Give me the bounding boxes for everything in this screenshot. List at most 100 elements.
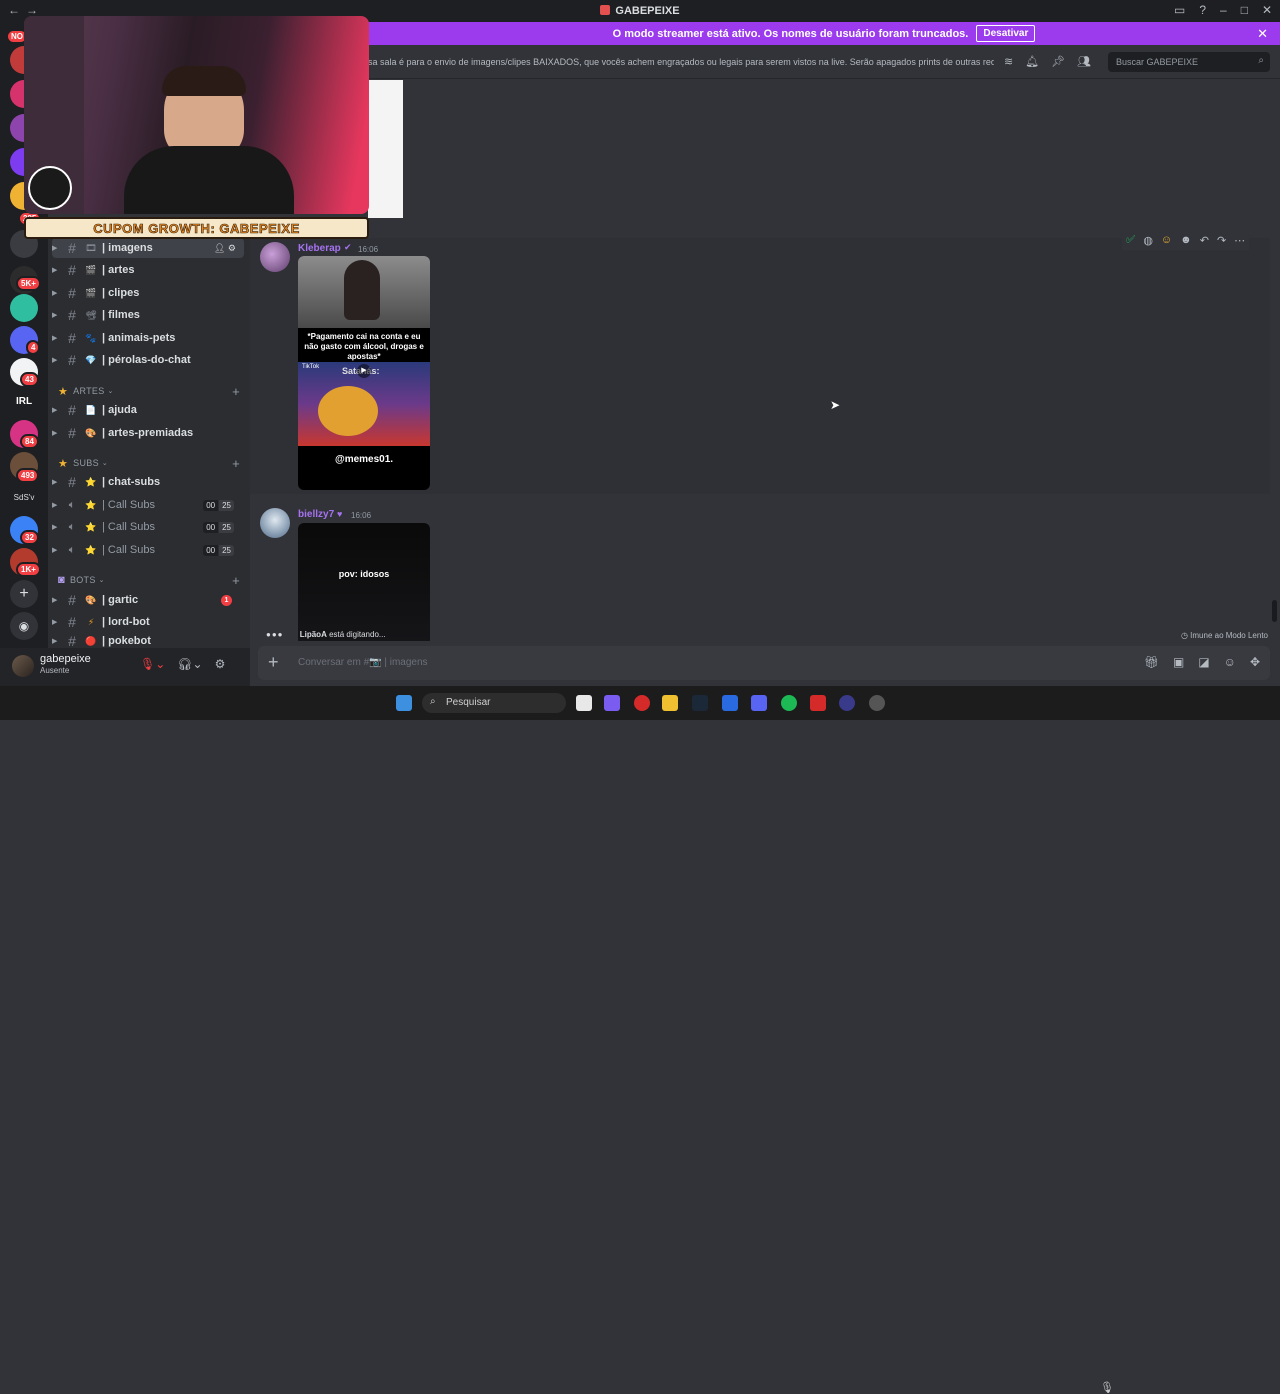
video-attachment[interactable]: *Pagamento cai na conta e eu não gasto c… <box>298 256 430 490</box>
channel-emoji: 📄 <box>85 404 97 415</box>
category-label: BOTS <box>69 575 96 585</box>
file-explorer-icon[interactable] <box>662 695 678 711</box>
voice-channel-call-subs[interactable]: ▶ 🔈︎ ⭐ | Call Subs 00 25 <box>52 495 244 515</box>
obs-icon[interactable] <box>869 695 885 711</box>
members-icon[interactable]: 👥︎ <box>1077 55 1091 68</box>
channel-clipes[interactable]: ▶ # 🎬 | clipes <box>52 283 244 303</box>
channel-chat-subs[interactable]: ▶ # ⭐ | chat-subs <box>52 472 244 492</box>
inbox-icon[interactable]: ▭ <box>1174 3 1185 17</box>
forward-icon[interactable]: ↷ <box>1217 234 1226 248</box>
minimize-button[interactable]: – <box>1220 3 1227 17</box>
avatar[interactable] <box>260 242 290 272</box>
voice-channel-call-subs[interactable]: ▶ 🔈︎ ⭐ | Call Subs 00 25 <box>52 517 244 537</box>
play-icon[interactable]: ▶ <box>357 364 371 378</box>
discord-icon[interactable] <box>751 695 767 711</box>
notification-badge: 4 <box>26 340 41 355</box>
video-attachment[interactable]: pov: idosos <box>298 523 430 641</box>
add-server-icon[interactable]: + <box>10 580 38 608</box>
hash-icon: # <box>68 402 76 418</box>
reply-icon[interactable]: ↶ <box>1200 234 1209 248</box>
banner-text: O modo streamer está ativo. Os nomes de … <box>612 27 969 40</box>
user-panel: gabepeixe Ausente 🎙︎⌄ 🎧︎⌄ ⚙ <box>0 648 250 686</box>
channel-ajuda[interactable]: ▶ # 📄 | ajuda <box>52 400 244 420</box>
channel-topic[interactable]: sa sala é para o envio de imagens/clipes… <box>368 57 994 67</box>
taskbar-search[interactable]: ⌕ Pesquisar <box>422 693 566 713</box>
add-reaction-icon[interactable]: ☻ <box>1180 234 1192 248</box>
add-channel-icon[interactable]: + <box>232 456 240 471</box>
gear-icon[interactable]: ⚙ <box>215 657 226 671</box>
help-icon[interactable]: ? <box>1199 3 1206 17</box>
streamer-mode-banner: O modo streamer está ativo. Os nomes de … <box>368 22 1280 45</box>
channel-filmes[interactable]: ▶ # 📽 | filmes <box>52 305 244 325</box>
username[interactable]: gabepeixe <box>40 653 91 665</box>
channel-imagens[interactable]: ▶ # 🎞 | imagens 👤︎ ⚙ <box>52 238 244 258</box>
opera-icon[interactable] <box>634 695 650 711</box>
channel-gartic[interactable]: ▶ # 🎨 | gartic 1 <box>52 590 244 610</box>
mic-muted-icon[interactable]: 🎙︎⌄ <box>140 657 165 671</box>
message-author[interactable]: Kleberap <box>298 243 341 254</box>
sticker-icon[interactable]: ◪ <box>1198 655 1209 669</box>
search-input[interactable]: Buscar GABEPEIXE ⌕ <box>1108 52 1270 72</box>
channel-label: | ajuda <box>102 404 137 416</box>
check-reaction-icon[interactable]: ✅︎ <box>1126 234 1135 248</box>
category-artes[interactable]: ★ ARTES ⌄ + <box>58 383 244 399</box>
channel-emoji: ⚡ <box>87 616 95 627</box>
emoji-icon[interactable]: ☺ <box>1224 655 1236 669</box>
message-author[interactable]: biellzy7 <box>298 509 334 520</box>
streamer-shirt <box>124 146 294 214</box>
settings-icon[interactable]: 👤︎ ⚙ <box>214 243 236 254</box>
spotify-icon[interactable] <box>781 695 797 711</box>
emoji-reaction-icon[interactable]: ☺ <box>1161 234 1172 248</box>
close-banner-icon[interactable]: ✕ <box>1257 26 1268 42</box>
gift-icon[interactable]: 🎁︎ <box>1144 655 1159 669</box>
channel-artes[interactable]: ▶ # 🎬 | artes <box>52 260 244 280</box>
bell-icon[interactable]: 🔔︎ <box>1025 55 1039 68</box>
app-icon[interactable] <box>722 695 738 711</box>
copilot-icon[interactable] <box>604 695 620 711</box>
steam-icon[interactable] <box>692 695 708 711</box>
windows-start-icon[interactable] <box>396 695 412 711</box>
slowmode-text: Imune ao Modo Lento <box>1190 631 1268 640</box>
task-view-icon[interactable] <box>576 695 592 711</box>
channel-artes-premiadas[interactable]: ▶ # 🎨 | artes-premiadas <box>52 423 244 443</box>
maximize-button[interactable]: □ <box>1241 3 1248 17</box>
voice-channel-call-subs[interactable]: ▶ 🔈︎ ⭐ | Call Subs 00 25 <box>52 540 244 560</box>
server-icon[interactable]: IRL <box>10 388 38 416</box>
hash-icon: # <box>68 614 76 630</box>
reaction-icon[interactable]: ◍ <box>1143 234 1153 248</box>
avatar[interactable] <box>260 508 290 538</box>
threads-icon[interactable]: ≋ <box>1004 55 1013 68</box>
gif-icon[interactable]: ▣ <box>1173 655 1184 669</box>
chevron-right-icon: ▶ <box>52 267 58 274</box>
add-channel-icon[interactable]: + <box>232 573 240 588</box>
channel-animais-pets[interactable]: ▶ # 🐾 | animais-pets <box>52 328 244 348</box>
hash-icon: # <box>68 262 76 278</box>
server-icon[interactable]: SdS'v <box>10 484 38 512</box>
channel-emoji: ⭐ <box>85 521 97 532</box>
channel-lord-bot[interactable]: ▶ # ⚡ | lord-bot <box>52 612 244 632</box>
attach-plus-icon[interactable]: + <box>268 652 279 673</box>
pin-icon[interactable]: 📌︎ <box>1051 55 1065 68</box>
app-icon[interactable] <box>810 695 826 711</box>
microphone-icon[interactable]: 🎙︎ <box>1100 1381 1114 1394</box>
more-icon[interactable]: ⋯ <box>1234 234 1245 248</box>
discover-icon[interactable]: ◉ <box>10 612 38 640</box>
channel-emoji: 🐾 <box>85 332 97 343</box>
headphones-icon[interactable]: 🎧︎⌄ <box>177 657 202 671</box>
channel-emoji: 📽 <box>85 309 97 320</box>
server-icon[interactable] <box>10 294 38 322</box>
close-window-button[interactable]: ✕ <box>1262 3 1272 17</box>
notification-badge: 32 <box>20 530 39 545</box>
category-subs[interactable]: ★ SUBS ⌄ + <box>58 455 244 471</box>
scrollbar-thumb[interactable] <box>1272 600 1277 622</box>
disable-streamer-button[interactable]: Desativar <box>976 25 1036 42</box>
count-right: 25 <box>219 521 234 533</box>
category-bots[interactable]: ◙ BOTS ⌄ + <box>58 572 244 588</box>
avatar[interactable] <box>12 655 34 677</box>
message-composer[interactable]: + Conversar em #📷 | imagens 🎁︎ ▣ ◪ ☺ ✥ <box>258 646 1270 680</box>
channel-pokebot[interactable]: ▶ # 🔴 | pokebot <box>52 635 244 647</box>
add-channel-icon[interactable]: + <box>232 384 240 399</box>
apps-icon[interactable]: ✥ <box>1250 655 1260 669</box>
app-icon[interactable] <box>839 695 855 711</box>
channel-perolas[interactable]: ▶ # 💎 | pérolas-do-chat <box>52 350 244 370</box>
